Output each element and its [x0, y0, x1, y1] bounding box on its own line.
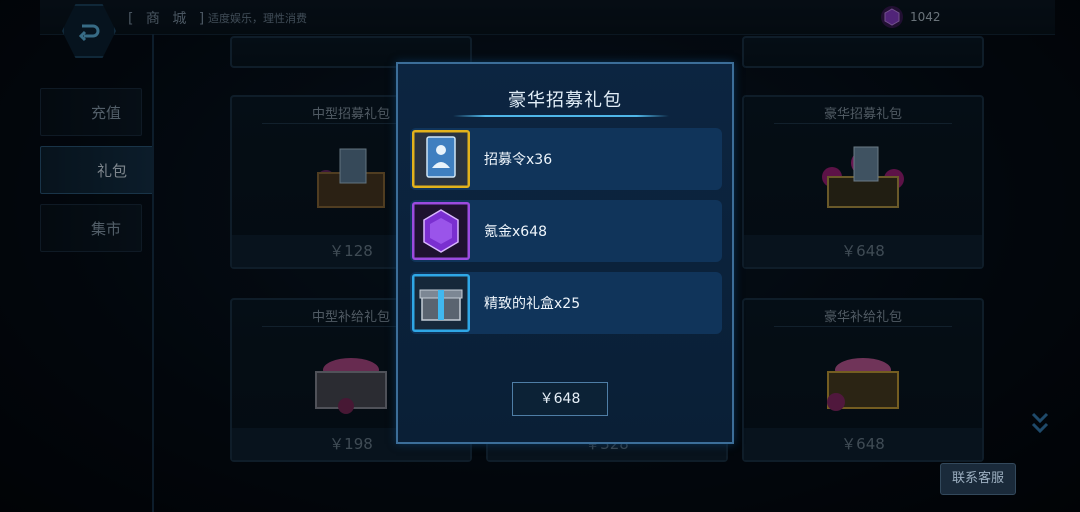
reward-item: 精致的礼盒x25: [410, 272, 722, 334]
shop-screen: [ 商 城 ] 适度娱乐，理性消费 1042 充值 礼包 集市 中型招募礼包 ￥…: [0, 0, 1080, 512]
buy-button[interactable]: ￥648: [512, 382, 608, 416]
modal-title: 豪华招募礼包: [508, 90, 622, 111]
gift-box-icon: [412, 274, 470, 332]
modal-title-underline: [453, 115, 669, 117]
reward-item: 氪金x648: [410, 200, 722, 262]
contact-support-button[interactable]: 联系客服: [940, 463, 1016, 495]
chevron-down-icon[interactable]: [1030, 408, 1050, 438]
reward-item: 招募令x36: [410, 128, 722, 190]
reward-item-label: 氪金x648: [484, 224, 548, 240]
reward-item-label: 招募令x36: [484, 152, 553, 168]
pack-detail-modal: 豪华招募礼包 招募令x36 氪金x648 精致的礼盒x25 ￥648: [396, 62, 734, 444]
purple-gem-icon: [412, 202, 470, 260]
recruit-card-icon: [412, 130, 470, 188]
reward-item-label: 精致的礼盒x25: [484, 296, 581, 312]
